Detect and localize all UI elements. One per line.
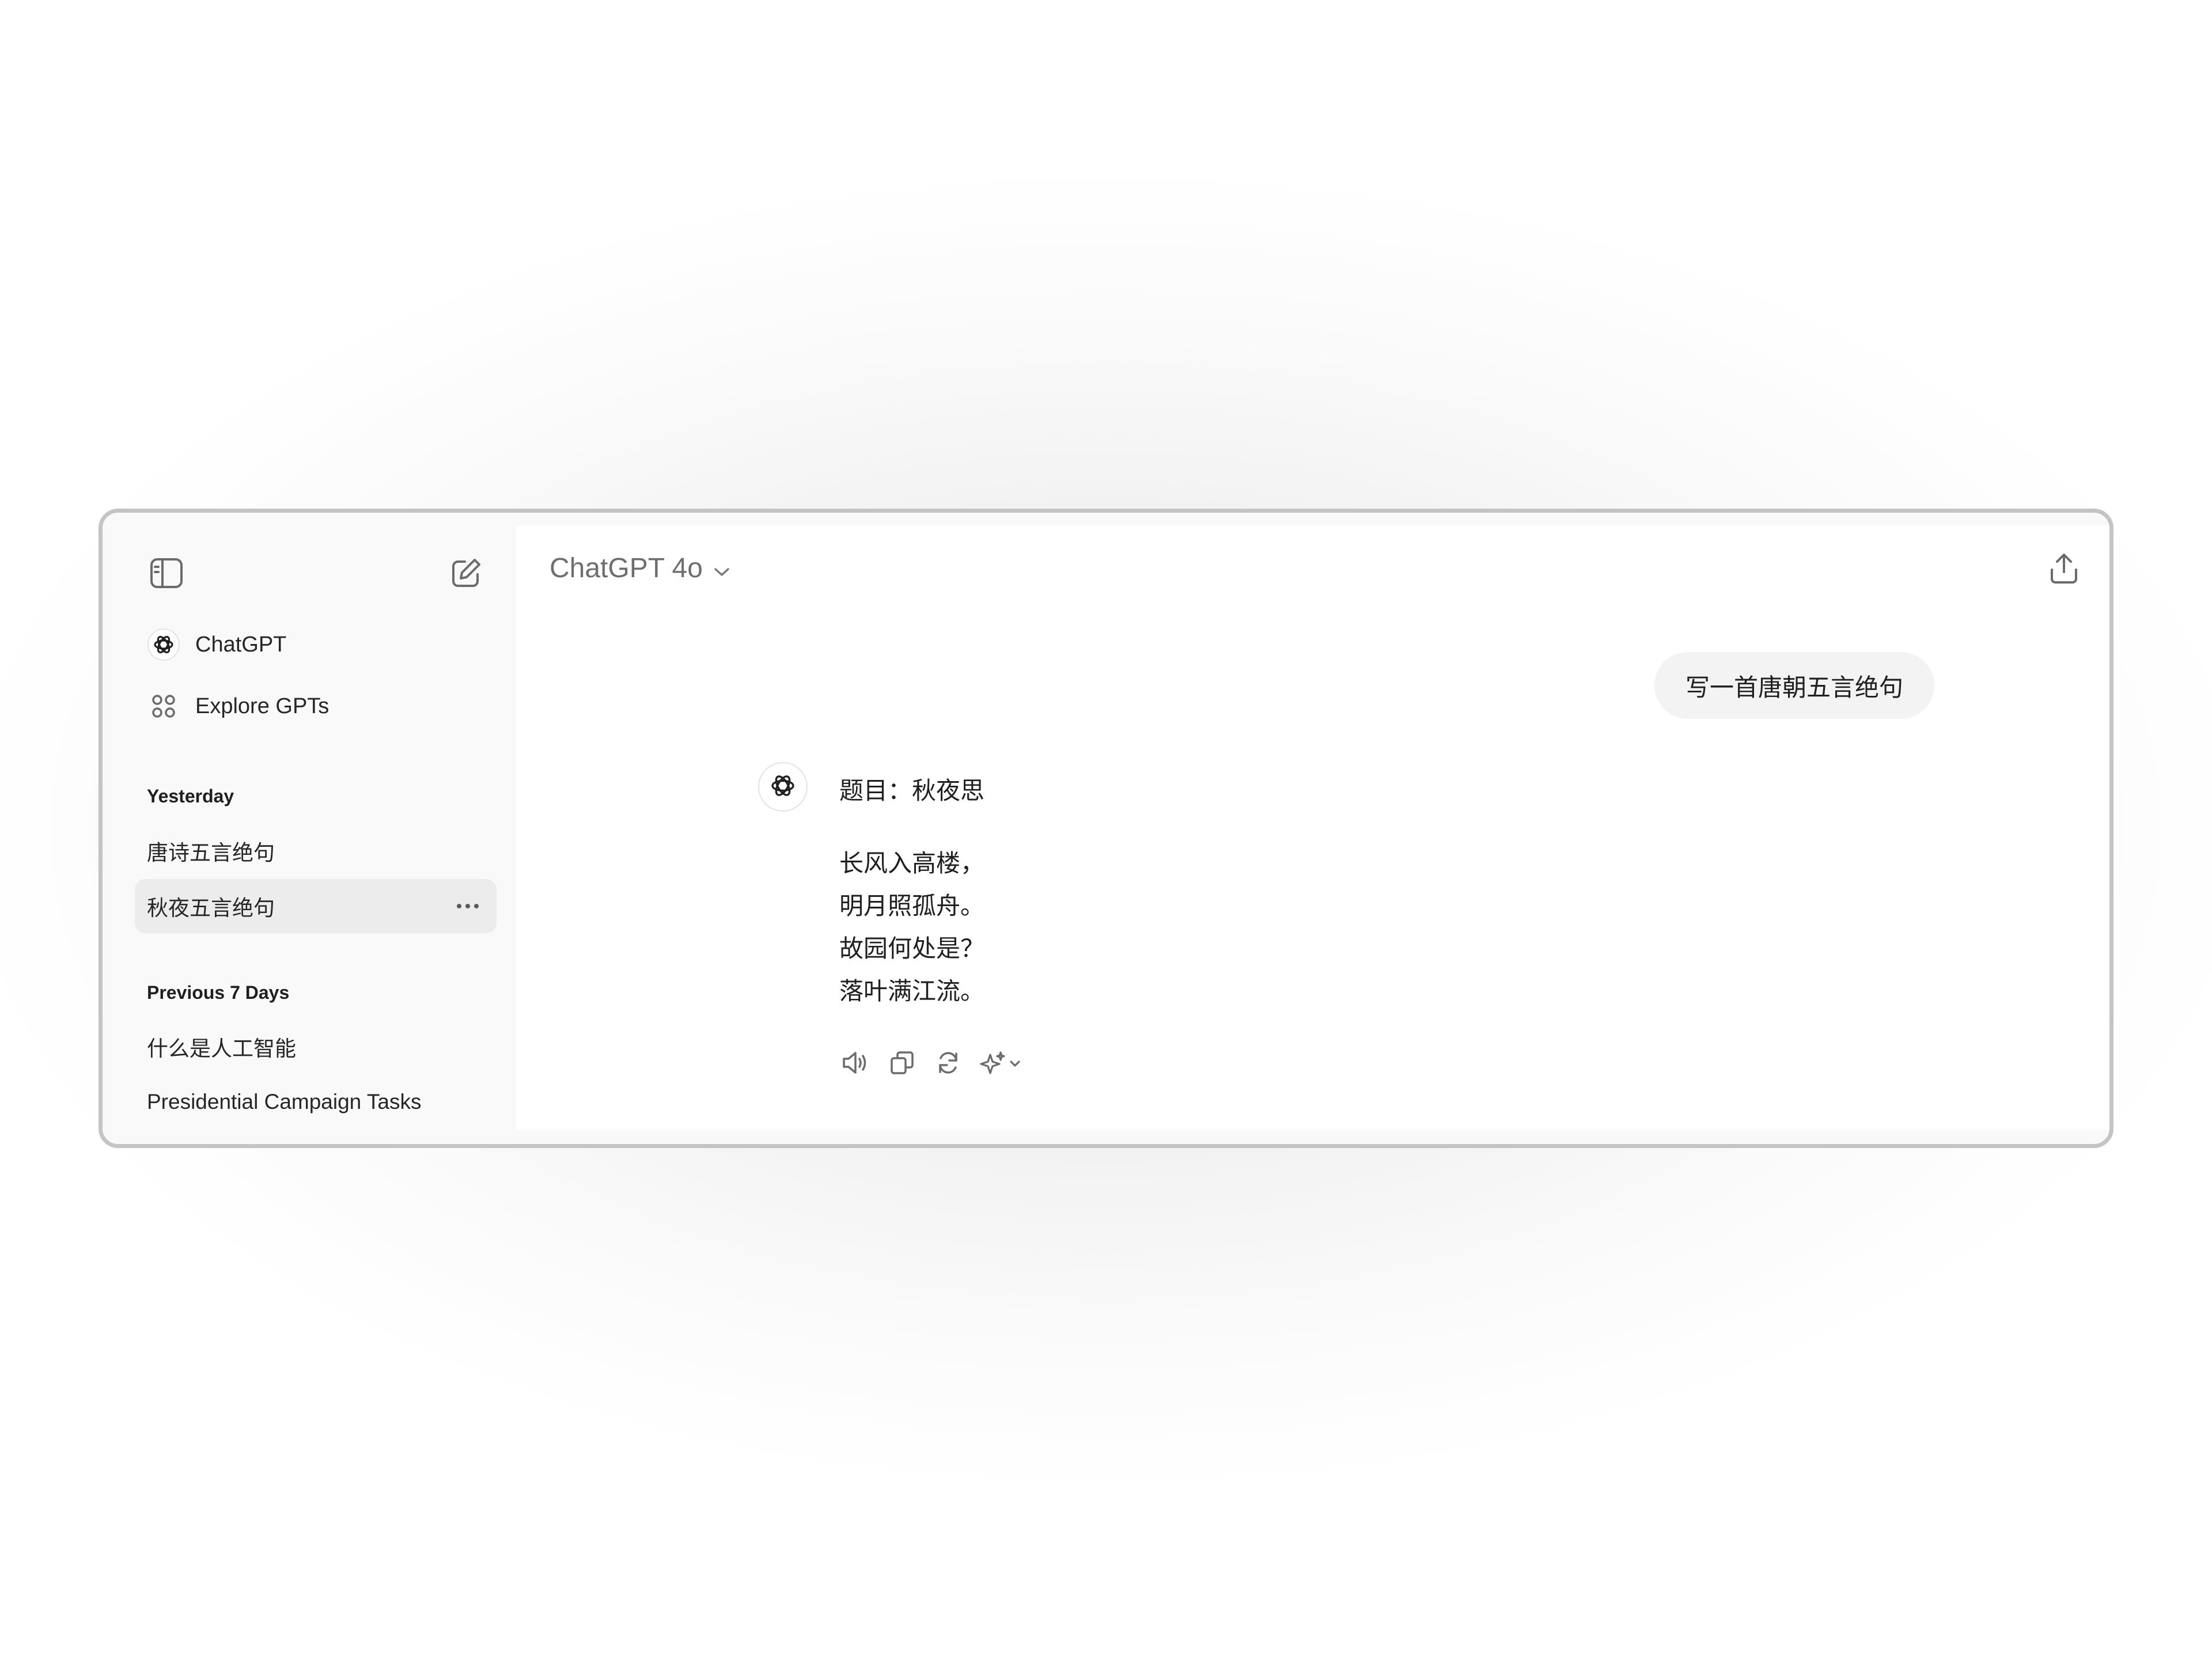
poem-line: 长风入高楼， — [839, 850, 985, 877]
sidebar-item-label: Explore GPTs — [195, 694, 329, 718]
assistant-avatar — [758, 762, 808, 812]
chat-history-label: 唐诗五言绝句 — [147, 841, 275, 865]
chat-history-item[interactable]: 唐诗五言绝句 — [135, 824, 497, 878]
message-actions — [839, 1046, 1026, 1080]
app-window: ChatGPT Explore GPTs Yesterday 唐诗五言绝句 秋夜… — [99, 509, 2113, 1148]
share-upload-icon[interactable] — [2044, 548, 2084, 589]
chevron-down-icon — [713, 552, 730, 584]
model-selector[interactable]: ChatGPT 4o — [550, 545, 730, 591]
chat-main: ChatGPT 4o 写一首唐朝五言绝句 题目：秋夜思 长风入高楼， 明月照孤舟… — [516, 525, 2109, 1130]
sidebar-toggle-icon[interactable] — [146, 553, 187, 593]
chat-history-item[interactable]: Presidential Campaign Tasks — [135, 1075, 497, 1129]
chat-history-label: 秋夜五言绝句 — [147, 896, 275, 920]
section-heading-yesterday: Yesterday — [147, 786, 234, 806]
user-message-bubble: 写一首唐朝五言绝句 — [1654, 652, 1934, 719]
poem-line: 落叶满江流。 — [839, 978, 985, 1005]
user-message-text: 写一首唐朝五言绝句 — [1685, 673, 1903, 701]
copy-icon[interactable] — [885, 1046, 919, 1080]
more-options-icon[interactable] — [450, 879, 485, 933]
assistant-message: 题目：秋夜思 长风入高楼， 明月照孤舟。 故园何处是？ 落叶满江流。 — [839, 770, 984, 1013]
sidebar-item-label: ChatGPT — [195, 632, 287, 657]
model-name: ChatGPT 4o — [550, 552, 703, 584]
chat-history-label: 什么是人工智能 — [147, 1037, 296, 1060]
openai-logo-icon — [146, 627, 181, 662]
sidebar-item-chatgpt[interactable]: ChatGPT — [103, 622, 516, 668]
compose-icon[interactable] — [446, 553, 486, 593]
speaker-icon[interactable] — [839, 1046, 873, 1080]
sparkle-icon[interactable] — [978, 1046, 1026, 1080]
poem-title: 题目：秋夜思 — [839, 777, 985, 804]
section-heading-previous-7-days: Previous 7 Days — [147, 982, 290, 1003]
chat-history-item[interactable]: 什么是人工智能 — [135, 1020, 497, 1074]
chat-history-item-active[interactable]: 秋夜五言绝句 — [135, 879, 497, 933]
regenerate-icon[interactable] — [931, 1046, 965, 1080]
openai-logo-icon — [767, 770, 798, 804]
poem-line: 故园何处是？ — [839, 935, 985, 962]
sidebar: ChatGPT Explore GPTs Yesterday 唐诗五言绝句 秋夜… — [103, 513, 516, 1144]
chat-history-label: Presidential Campaign Tasks — [147, 1090, 422, 1113]
poem-line: 明月照孤舟。 — [839, 892, 985, 919]
grid-icon — [146, 689, 181, 724]
sidebar-item-explore-gpts[interactable]: Explore GPTs — [103, 683, 516, 729]
